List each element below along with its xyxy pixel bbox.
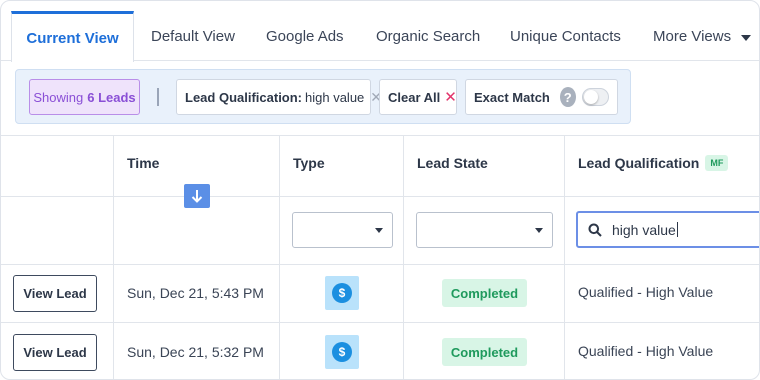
exact-match-control: Exact Match ? bbox=[465, 79, 618, 115]
search-value: high value bbox=[612, 221, 676, 238]
status-badge: Completed bbox=[442, 279, 527, 307]
showing-leads-count: Showing 6 Leads bbox=[29, 79, 140, 115]
divider bbox=[1, 135, 759, 136]
tab-unique-contacts[interactable]: Unique Contacts bbox=[510, 11, 621, 61]
filter-chip-label: Lead Qualification: bbox=[185, 89, 303, 105]
dollar-icon: $ bbox=[325, 335, 359, 369]
column-header-time[interactable]: Time bbox=[127, 155, 159, 171]
coin-glyph: $ bbox=[332, 283, 352, 303]
lead-qualification-search-input[interactable]: high value bbox=[576, 211, 759, 248]
more-views-label: More Views bbox=[653, 27, 732, 45]
chevron-down-icon bbox=[375, 228, 383, 233]
column-header-lead-state[interactable]: Lead State bbox=[417, 155, 488, 171]
divider bbox=[564, 135, 565, 379]
divider bbox=[279, 135, 280, 379]
chevron-down-icon bbox=[741, 34, 752, 41]
arrow-down-icon bbox=[191, 190, 203, 203]
divider bbox=[403, 135, 404, 379]
row-lead-qualification: Qualified - High Value bbox=[578, 343, 714, 359]
row-time: Sun, Dec 21, 5:32 PM bbox=[127, 344, 264, 360]
help-icon[interactable]: ? bbox=[559, 87, 576, 107]
column-header-label: Time bbox=[127, 155, 160, 171]
column-header-type[interactable]: Type bbox=[293, 155, 325, 171]
showing-prefix: Showing bbox=[33, 89, 84, 105]
chevron-down-icon bbox=[535, 228, 543, 233]
search-icon bbox=[588, 223, 602, 237]
divider bbox=[157, 88, 159, 106]
tab-organic-search[interactable]: Organic Search bbox=[376, 11, 480, 61]
divider bbox=[113, 135, 114, 379]
leads-table-panel: Current View Default View Google Ads Org… bbox=[0, 0, 760, 380]
sort-descending-button[interactable] bbox=[184, 184, 210, 208]
lead-state-filter-select[interactable] bbox=[416, 212, 553, 248]
column-header-lead-qualification[interactable]: Lead Qualification MF bbox=[578, 155, 729, 171]
toggle-knob bbox=[583, 90, 598, 104]
view-lead-button[interactable]: View Lead bbox=[13, 275, 97, 312]
clear-all-button[interactable]: Clear All ✕ bbox=[379, 79, 457, 115]
tab-default-view[interactable]: Default View bbox=[151, 11, 235, 61]
divider bbox=[1, 322, 759, 323]
row-lead-qualification: Qualified - High Value bbox=[578, 284, 714, 300]
view-tabs: Current View Default View Google Ads Org… bbox=[1, 1, 759, 62]
divider bbox=[1, 264, 759, 265]
showing-count: 6 Leads bbox=[87, 89, 136, 105]
tab-google-ads[interactable]: Google Ads bbox=[266, 11, 344, 61]
status-badge: Completed bbox=[442, 338, 527, 366]
active-filters-bar: Showing 6 Leads Lead Qualification: high… bbox=[15, 69, 631, 124]
tab-more-views[interactable]: More Views bbox=[653, 11, 752, 61]
exact-match-label: Exact Match bbox=[474, 89, 550, 105]
text-cursor bbox=[676, 222, 678, 237]
exact-match-toggle[interactable] bbox=[581, 88, 609, 106]
tab-current-view[interactable]: Current View bbox=[11, 11, 134, 62]
column-header-label: Lead Qualification bbox=[578, 155, 700, 171]
filter-chip-lead-qualification[interactable]: Lead Qualification: high value ✕ bbox=[176, 79, 382, 115]
coin-glyph: $ bbox=[332, 342, 352, 362]
dollar-icon: $ bbox=[325, 276, 359, 310]
column-header-label: Type bbox=[293, 155, 325, 171]
mf-badge: MF bbox=[705, 155, 729, 171]
divider bbox=[1, 196, 759, 197]
clear-all-label: Clear All bbox=[388, 89, 441, 105]
view-lead-button[interactable]: View Lead bbox=[13, 334, 97, 371]
row-time: Sun, Dec 21, 5:43 PM bbox=[127, 285, 264, 301]
filter-chip-value: high value bbox=[305, 89, 365, 105]
close-icon: ✕ bbox=[444, 89, 457, 106]
column-header-label: Lead State bbox=[417, 155, 488, 171]
type-filter-select[interactable] bbox=[292, 212, 393, 248]
